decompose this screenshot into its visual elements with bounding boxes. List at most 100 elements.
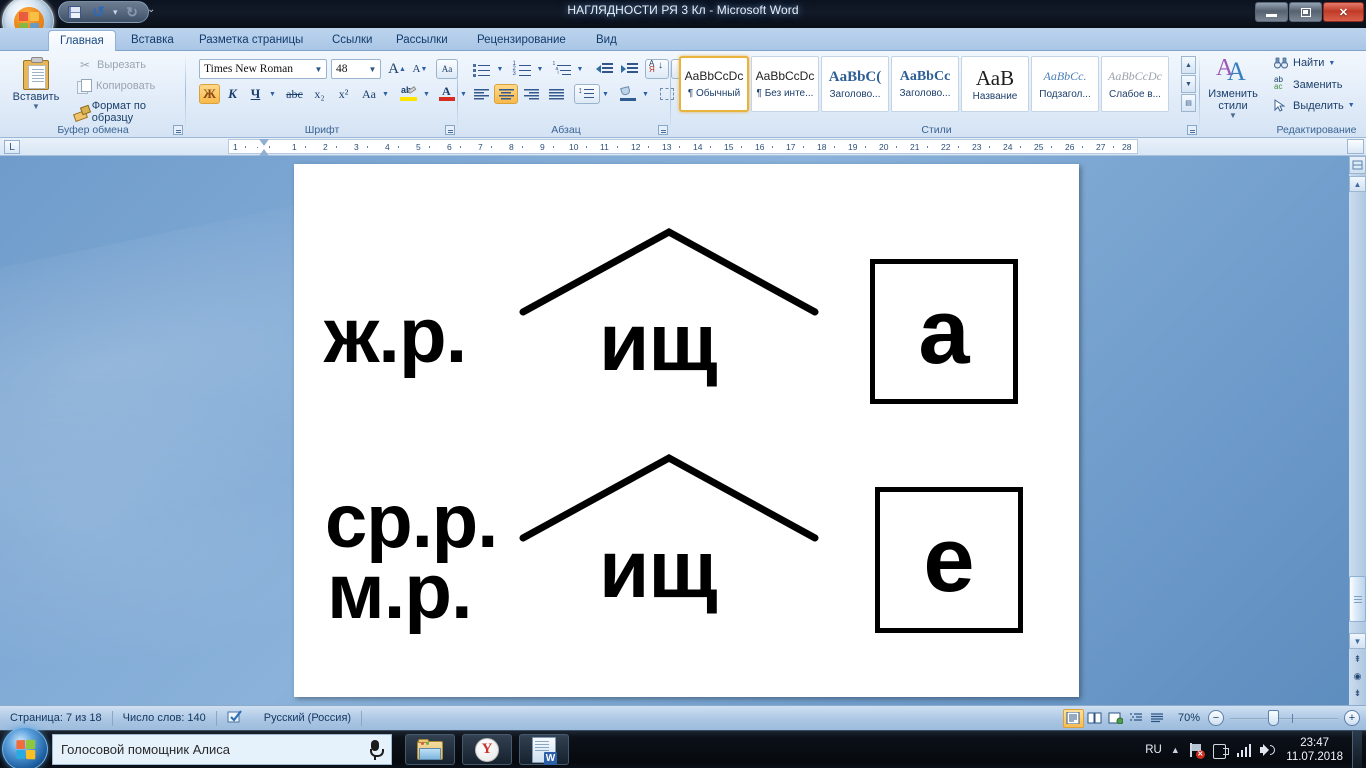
taskbar-app-yandex[interactable]: Y [462, 734, 512, 765]
bullets-dropdown-icon[interactable]: ▼ [494, 61, 506, 77]
style-item-no-spacing[interactable]: AaBbCcDc ¶ Без инте... [751, 56, 819, 112]
numbering-dropdown-icon[interactable]: ▼ [534, 61, 546, 77]
align-right-button[interactable] [519, 84, 543, 104]
save-button[interactable] [65, 3, 84, 22]
find-button[interactable]: Найти ▼ [1271, 56, 1338, 70]
search-input[interactable]: Голосовой помощник Алиса [52, 734, 392, 765]
view-web-layout[interactable] [1105, 709, 1126, 728]
flag-icon[interactable] [1212, 743, 1229, 759]
customize-qat-icon[interactable]: ⌄ [147, 4, 155, 15]
show-hidden-icons-button[interactable]: ▲ [1171, 745, 1180, 755]
status-word-count[interactable]: Число слов: 140 [113, 706, 216, 731]
network-error-icon[interactable]: ✕ [1189, 742, 1205, 759]
microphone-icon[interactable] [367, 739, 384, 760]
language-indicator[interactable]: RU [1145, 744, 1162, 756]
shrink-font-button[interactable]: A ▼ [409, 59, 431, 79]
styles-scroll-up-button[interactable]: ▲ [1181, 56, 1196, 74]
decrease-indent-button[interactable] [592, 59, 616, 79]
style-item-subtitle[interactable]: AaBbCc. Подзагол... [1031, 56, 1099, 112]
view-full-screen-reading[interactable] [1084, 709, 1105, 728]
font-size-combobox[interactable]: 48 ▼ [331, 59, 381, 79]
numbering-button[interactable]: 1 2 3 [509, 59, 534, 79]
undo-button[interactable]: ↺ [89, 3, 108, 22]
horizontal-ruler[interactable]: 1 · 1 2 3 4 5 6 7 8 9 10 11 12 13 14 15 … [228, 139, 1138, 156]
status-language[interactable]: Русский (Россия) [254, 706, 361, 731]
next-page-button[interactable]: ⇟ [1350, 686, 1365, 701]
document-page[interactable]: ж.р. ищ а ср.р. м.р. ищ е [294, 164, 1079, 697]
taskbar-app-explorer[interactable] [405, 734, 455, 765]
first-line-indent-marker[interactable] [259, 139, 269, 146]
underline-button[interactable]: Ч [245, 84, 266, 104]
subscript-button[interactable]: x₂ [308, 84, 331, 104]
tab-mailings[interactable]: Рассылки [385, 30, 459, 51]
paragraph-dialog-launcher[interactable] [658, 125, 668, 135]
style-item-heading-1[interactable]: AaBbC( Заголово... [821, 56, 889, 112]
restore-button[interactable] [1289, 2, 1322, 22]
font-name-combobox[interactable]: Times New Roman ▼ [199, 59, 327, 79]
scroll-up-button[interactable]: ▲ [1349, 176, 1366, 192]
clipboard-dialog-launcher[interactable] [173, 125, 183, 135]
split-window-button[interactable] [1349, 156, 1366, 174]
italic-button[interactable]: К [222, 84, 243, 104]
change-styles-button[interactable]: A A Изменить стили ▼ [1203, 55, 1263, 122]
tab-review[interactable]: Рецензирование [466, 30, 577, 51]
bold-button[interactable]: Ж [199, 84, 220, 104]
align-justify-button[interactable] [544, 84, 568, 104]
change-case-dropdown-icon[interactable]: ▼ [380, 86, 391, 102]
tab-references[interactable]: Ссылки [321, 30, 384, 51]
close-button[interactable]: ✕ [1323, 2, 1364, 22]
styles-dialog-launcher[interactable] [1187, 125, 1197, 135]
shading-button[interactable] [616, 84, 640, 104]
align-center-button[interactable] [494, 84, 518, 104]
styles-scroll-down-button[interactable]: ▼ [1181, 75, 1196, 93]
tab-page-layout[interactable]: Разметка страницы [188, 30, 314, 51]
change-case-button[interactable]: Aa [357, 84, 381, 104]
cut-button[interactable]: ✂ Вырезать [74, 57, 149, 73]
line-spacing-dropdown-icon[interactable]: ▼ [600, 86, 611, 102]
style-item-subtle-emphasis[interactable]: AaBbCcDc Слабое в... [1101, 56, 1169, 112]
font-color-button[interactable]: A [435, 84, 459, 104]
vertical-scrollbar[interactable]: ▲ ▼ ⇞ ◉ ⇟ [1349, 156, 1366, 705]
increase-indent-button[interactable] [617, 59, 641, 79]
left-indent-marker[interactable] [259, 149, 269, 156]
speaker-icon[interactable] [1260, 743, 1277, 757]
select-button[interactable]: Выделить ▼ [1271, 98, 1358, 113]
undo-dropdown-icon[interactable]: ▾ [113, 7, 118, 18]
taskbar-app-word[interactable] [519, 734, 569, 765]
highlight-button[interactable]: ab [397, 84, 421, 104]
paste-dropdown-icon[interactable]: ▼ [32, 103, 40, 111]
style-item-title[interactable]: АаВ Название [961, 56, 1029, 112]
multilevel-list-button[interactable]: 1 a i [549, 59, 574, 79]
font-dialog-launcher[interactable] [445, 125, 455, 135]
change-styles-dropdown-icon[interactable]: ▼ [1229, 112, 1237, 120]
style-item-normal[interactable]: AaBbCcDc ¶ Обычный [679, 56, 749, 112]
view-draft[interactable] [1147, 709, 1168, 728]
highlight-dropdown-icon[interactable]: ▼ [421, 86, 432, 102]
zoom-slider[interactable] [1230, 710, 1338, 726]
line-spacing-button[interactable]: ↕ [574, 84, 600, 104]
scroll-thumb[interactable] [1349, 576, 1366, 622]
align-left-button[interactable] [469, 84, 493, 104]
minimize-button[interactable] [1255, 2, 1288, 22]
style-item-heading-2[interactable]: AaBbCc Заголово... [891, 56, 959, 112]
clear-formatting-button[interactable]: Aa [436, 59, 458, 79]
previous-page-button[interactable]: ⇞ [1350, 652, 1365, 667]
view-print-layout[interactable] [1062, 708, 1084, 728]
format-painter-button[interactable]: Формат по образцу [70, 99, 186, 125]
bullets-button[interactable] [469, 59, 494, 79]
show-desktop-button[interactable] [1352, 731, 1362, 768]
sort-button[interactable]: A Я ↓ [645, 59, 669, 79]
view-outline[interactable] [1126, 709, 1147, 728]
strikethrough-button[interactable]: abc [282, 84, 307, 104]
superscript-button[interactable]: x² [332, 84, 355, 104]
zoom-slider-thumb[interactable] [1268, 710, 1279, 726]
tab-view[interactable]: Вид [585, 30, 628, 51]
scroll-down-button[interactable]: ▼ [1349, 633, 1366, 649]
tab-stop-selector[interactable]: L [4, 140, 20, 154]
select-dropdown-icon[interactable]: ▼ [1348, 102, 1355, 109]
underline-dropdown-icon[interactable]: ▼ [266, 86, 279, 102]
start-button[interactable] [2, 727, 48, 768]
multilevel-dropdown-icon[interactable]: ▼ [574, 61, 586, 77]
redo-button[interactable]: ↻ [123, 3, 142, 22]
zoom-out-button[interactable]: − [1208, 710, 1224, 726]
